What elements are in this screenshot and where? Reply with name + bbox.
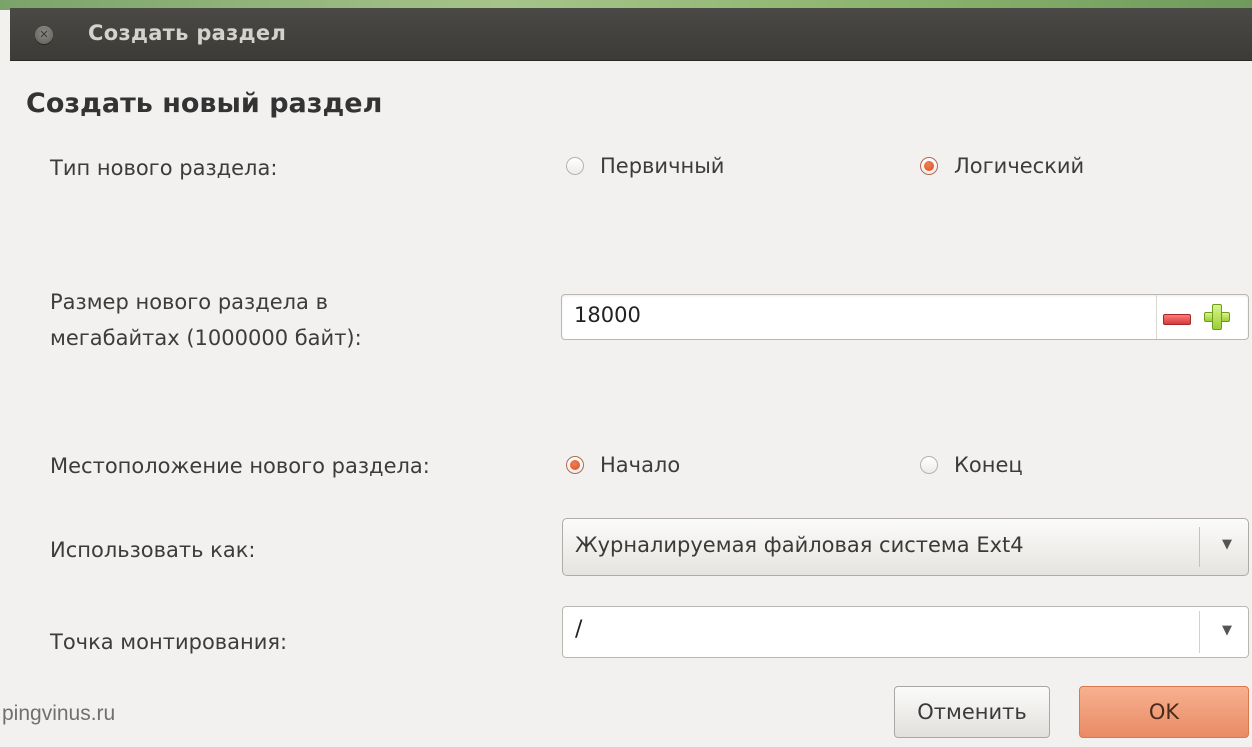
chevron-down-icon[interactable]: ▼ xyxy=(1222,623,1232,638)
radio-end[interactable]: Конец xyxy=(920,453,1023,477)
cancel-button[interactable]: Отменить xyxy=(894,686,1050,738)
size-label-line2: мегабайтах (1000000 байт): xyxy=(50,326,362,350)
plus-icon[interactable] xyxy=(1204,304,1230,330)
size-spinbutton[interactable]: 18000 xyxy=(561,294,1249,340)
size-label-line1: Размер нового раздела в xyxy=(50,290,328,314)
radio-primary-label: Первичный xyxy=(600,154,725,178)
create-partition-dialog: ✕ Создать раздел Создать новый раздел Ти… xyxy=(10,8,1252,747)
radio-logical-label: Логический xyxy=(954,154,1085,178)
window-titlebar: ✕ Создать раздел xyxy=(10,8,1252,61)
window-title: Создать раздел xyxy=(88,21,287,45)
radio-logical[interactable]: Логический xyxy=(920,154,1084,178)
location-label: Местоположение нового раздела: xyxy=(50,454,430,478)
ok-button[interactable]: OK xyxy=(1079,686,1249,738)
radio-indicator xyxy=(566,157,584,175)
use-as-label: Использовать как: xyxy=(50,538,256,562)
radio-indicator-selected xyxy=(566,456,584,474)
combo-separator xyxy=(1199,611,1200,653)
use-as-select[interactable]: Журналируемая файловая система Ext4 ▼ xyxy=(562,518,1249,576)
radio-indicator-selected xyxy=(920,157,938,175)
radio-primary[interactable]: Первичный xyxy=(566,154,724,178)
watermark: pingvinus.ru xyxy=(2,702,116,725)
radio-start-label: Начало xyxy=(600,453,681,477)
size-input[interactable]: 18000 xyxy=(574,303,641,327)
mount-point-input[interactable]: / xyxy=(575,617,582,642)
combo-separator xyxy=(1199,527,1200,567)
close-button[interactable]: ✕ xyxy=(35,26,53,44)
mount-point-label: Точка монтирования: xyxy=(50,630,288,654)
radio-end-label: Конец xyxy=(954,453,1023,477)
dialog-heading: Создать новый раздел xyxy=(26,88,383,119)
radio-start[interactable]: Начало xyxy=(566,453,680,477)
minus-icon[interactable] xyxy=(1163,314,1191,325)
radio-indicator xyxy=(920,456,938,474)
chevron-down-icon: ▼ xyxy=(1222,537,1232,552)
mount-point-combo[interactable]: / ▼ xyxy=(562,606,1249,658)
partition-type-label: Тип нового раздела: xyxy=(50,156,278,180)
use-as-value: Журналируемая файловая система Ext4 xyxy=(575,533,1024,557)
close-icon: ✕ xyxy=(39,28,49,41)
spin-separator xyxy=(1156,295,1157,339)
plus-icon-vertical xyxy=(1212,304,1222,330)
